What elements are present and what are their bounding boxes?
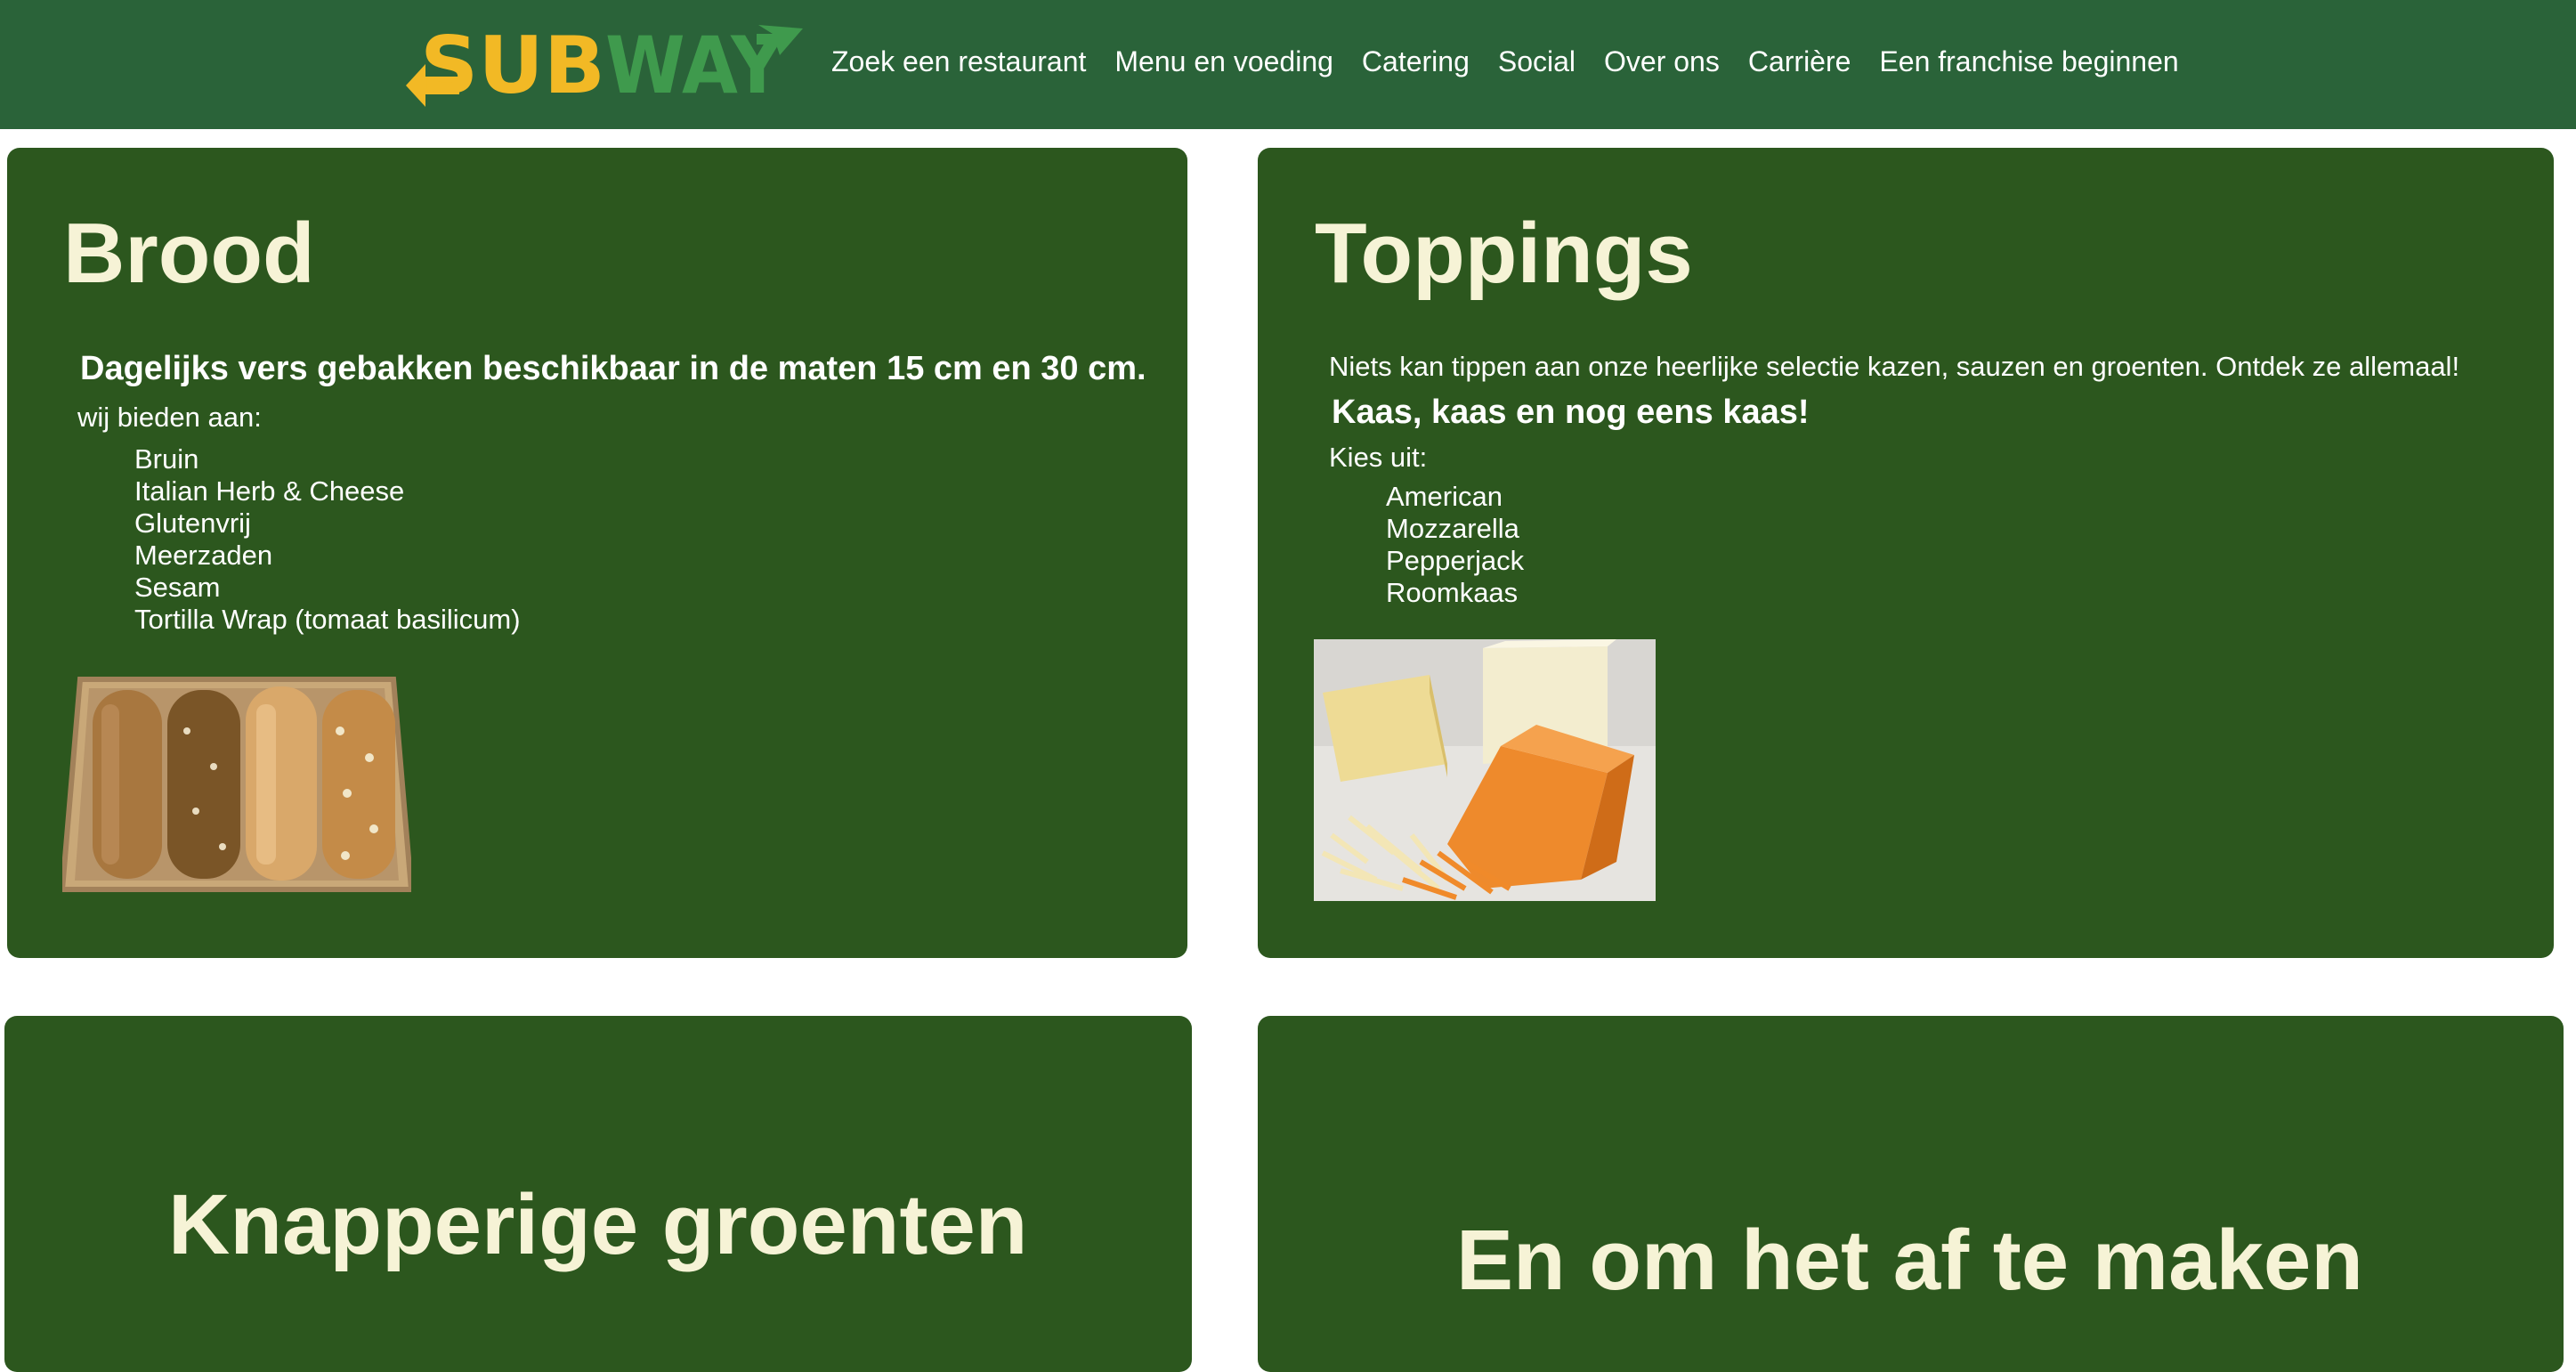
list-item: Italian Herb & Cheese [134,475,405,507]
main-nav: Zoek een restaurant Menu en voeding Cate… [831,39,2207,84]
list-item: Glutenvrij [134,507,251,539]
groenten-title: Knapperige groenten [168,1177,1028,1272]
list-item: Sesam [134,572,221,603]
top-navigation-bar: SUB WAY Zoek een restaurant Menu en voed… [0,0,2576,129]
list-item: Pepperjack [1386,545,1525,576]
list-item: Tortilla Wrap (tomaat basilicum) [134,604,521,635]
toppings-subtitle: Kaas, kaas en nog eens kaas! [1332,394,1810,431]
nav-menu-en-voeding[interactable]: Menu en voeding [1114,45,1333,78]
list-item: Bruin [134,443,199,475]
afmaken-card: En om het af te maken [1258,1016,2564,1372]
brood-subtitle: Dagelijks vers gebakken beschikbaar in d… [80,350,1146,387]
nav-zoek-een-restaurant[interactable]: Zoek een restaurant [831,45,1086,78]
toppings-choose: Kies uit: [1329,442,1428,473]
subway-logo[interactable]: SUB WAY [406,20,806,111]
nav-over-ons[interactable]: Over ons [1604,45,1720,78]
bread-basket-image [62,669,411,900]
brood-intro: wij bieden aan: [77,402,262,433]
nav-social[interactable]: Social [1498,45,1576,78]
afmaken-title: En om het af te maken [1456,1213,2363,1308]
list-item: Roomkaas [1386,577,1519,608]
list-item: American [1386,481,1503,512]
toppings-title: Toppings [1315,206,1693,301]
groenten-card: Knapperige groenten [4,1016,1192,1372]
cheese-image [1314,639,1656,901]
nav-carriere[interactable]: Carrière [1748,45,1851,78]
toppings-card: Toppings Niets kan tippen aan onze heerl… [1258,148,2554,958]
brood-title: Brood [63,206,315,301]
logo-sub: SUB [420,20,605,109]
list-item: Meerzaden [134,540,273,571]
subway-logo-graphic: SUB WAY [406,20,803,111]
logo-way: WAY [605,20,784,109]
cheese-list: American Mozzarella Pepperjack Roomkaas [1386,481,1524,609]
brood-card: Brood Dagelijks vers gebakken beschikbaa… [7,148,1187,958]
nav-catering[interactable]: Catering [1362,45,1470,78]
brood-list: Bruin Italian Herb & Cheese Glutenvrij M… [134,443,521,636]
toppings-intro: Niets kan tippen aan onze heerlijke sele… [1329,351,2460,382]
list-item: Mozzarella [1386,513,1519,544]
nav-een-franchise-beginnen[interactable]: Een franchise beginnen [1879,45,2178,78]
